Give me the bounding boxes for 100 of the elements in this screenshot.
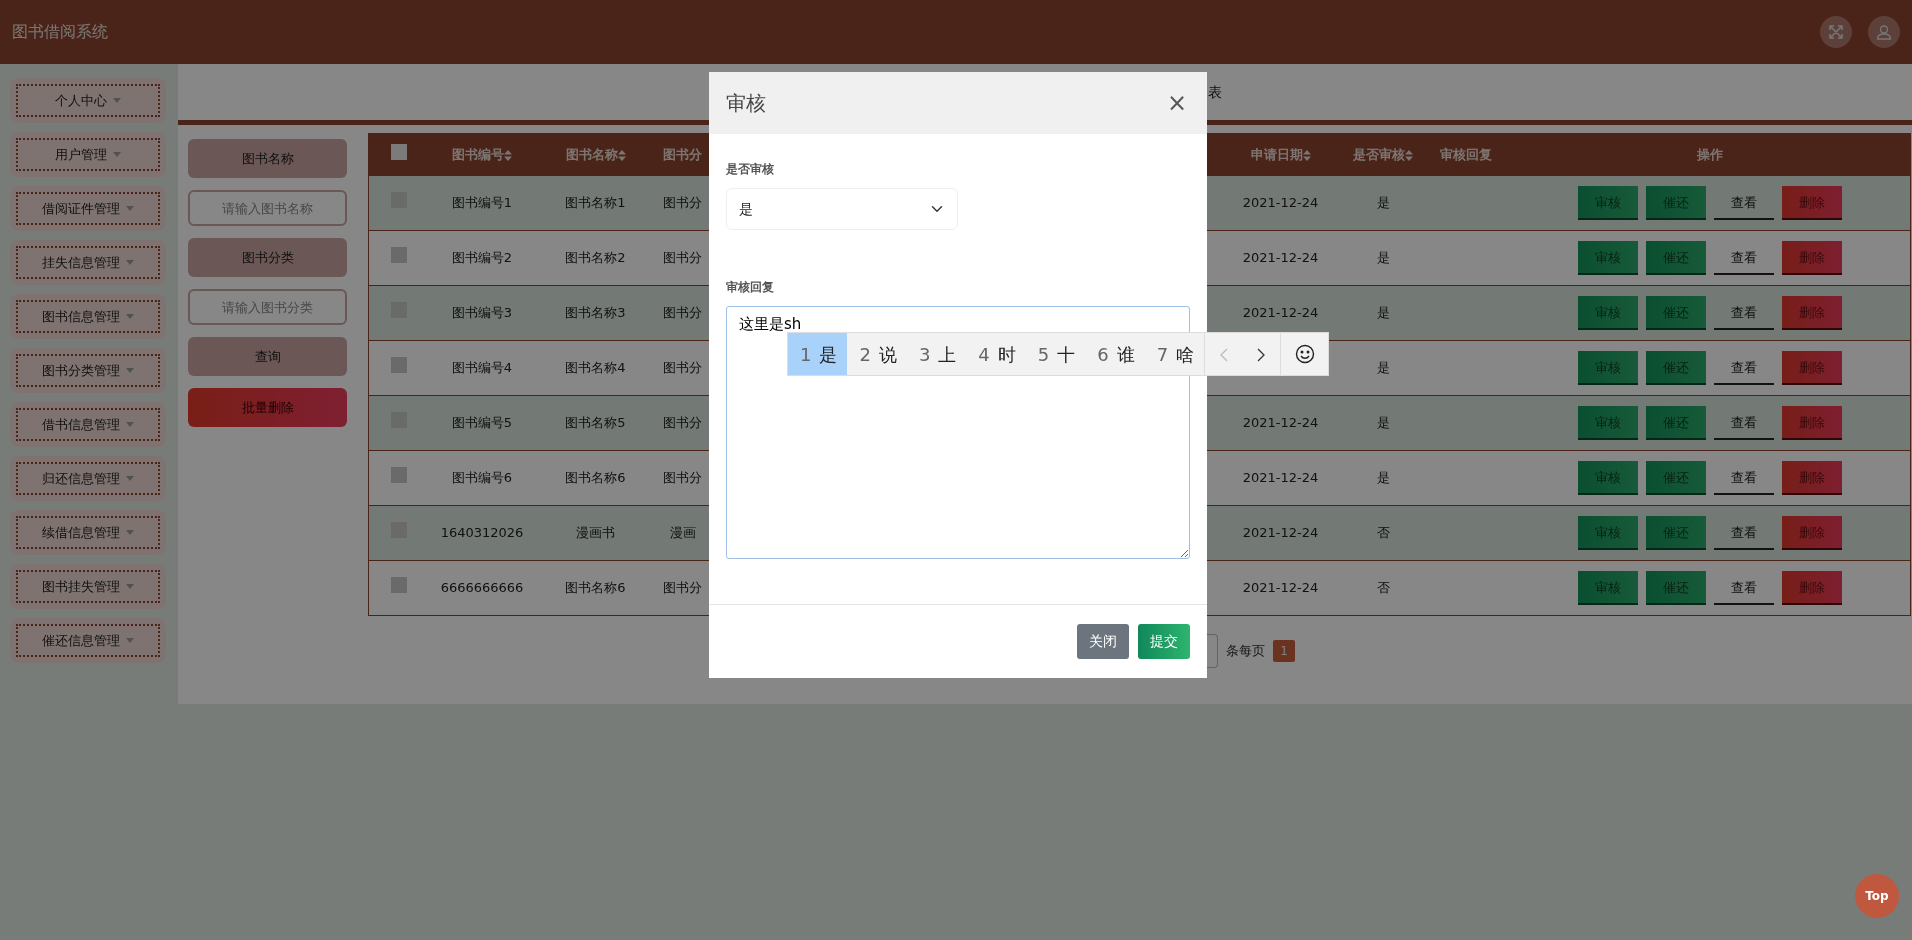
ime-candidate[interactable]: 5 十 [1025,333,1086,375]
page-size-label: 条每页 [1226,642,1265,661]
ime-candidate[interactable]: 1 是 [788,333,848,375]
view-link[interactable]: 查看 [1714,571,1775,605]
table-cell: 图书名称6 [565,580,626,596]
ime-candidate[interactable]: 4 时 [966,333,1026,375]
app-title: 图书借阅系统 [12,21,108,43]
select-all-checkbox[interactable] [390,143,407,160]
row-checkbox[interactable] [390,577,407,594]
table-cell: 否 [1376,580,1390,596]
ime-candidate[interactable]: 6 谁 [1085,333,1145,375]
view-link[interactable]: 查看 [1714,406,1775,440]
table-cell: 是 [1376,470,1390,486]
sidebar-item[interactable]: 续借信息管理 [10,510,166,555]
sidebar-item[interactable]: 归还信息管理 [10,456,166,501]
query-button[interactable]: 查询 [188,337,347,376]
view-link[interactable]: 查看 [1714,296,1775,330]
field-label: 是否审核 [726,161,775,178]
table-cell: 漫画 [669,525,696,541]
back-to-top-button[interactable]: Top [1855,874,1899,918]
sidebar-item[interactable]: 用户管理 [10,132,166,177]
view-link[interactable]: 查看 [1714,461,1775,495]
table-cell: 图书名称6 [565,470,626,486]
sidebar-item[interactable]: 借阅证件管理 [10,186,166,231]
table-cell: 图书编号4 [451,360,513,376]
table-cell: 图书名称4 [565,360,626,376]
table-cell: 1640312026 [440,525,524,541]
table-cell: 图书分 [663,360,702,376]
table-cell: 是 [1376,415,1390,431]
table-cell: 图书名称5 [565,415,626,431]
view-link[interactable]: 查看 [1714,186,1775,220]
caret-icon [126,314,134,319]
table-cell: 否 [1376,525,1390,541]
table-cell: 2021-12-24 [1242,195,1319,211]
field-label: 图书名称 [188,139,347,178]
row-checkbox[interactable] [390,357,407,374]
table-cell: 图书编号1 [451,195,513,211]
column-header[interactable]: 图书名称 [565,146,626,162]
caret-icon [126,206,134,211]
emoji-icon[interactable] [1294,343,1315,365]
table-cell: 2021-12-24 [1242,250,1319,266]
close-button[interactable]: × [1162,91,1191,115]
ime-candidate[interactable]: 2 说 [847,333,907,375]
table-cell: 图书分 [663,250,702,266]
table-cell: 是 [1376,195,1390,211]
review-select[interactable]: 是 [726,188,958,230]
table-cell: 图书编号3 [451,305,513,321]
table-cell: 图书编号5 [451,415,513,431]
table-cell: 2021-12-24 [1242,470,1319,486]
caret-icon [126,422,134,427]
sidebar-item[interactable]: 借书信息管理 [10,402,166,447]
field-label: 图书分类 [188,238,347,277]
table-cell: 2021-12-24 [1242,580,1319,596]
table-cell: 图书分 [663,195,702,211]
fullscreen-icon[interactable] [1820,16,1852,48]
row-checkbox[interactable] [390,467,407,484]
ime-candidate[interactable]: 3 上 [906,333,967,375]
table-cell: 图书分 [663,470,702,486]
table-cell: 漫画书 [576,525,615,541]
table-cell: 是 [1376,360,1390,376]
view-link[interactable]: 查看 [1714,241,1775,275]
sidebar-item[interactable]: 图书信息管理 [10,294,166,339]
page-button[interactable]: 1 [1273,640,1295,662]
table-cell: 是 [1376,250,1390,266]
caret-icon [126,530,134,535]
column-header[interactable]: 申请日期 [1250,146,1311,162]
table-cell: 2021-12-24 [1242,305,1319,321]
sidebar-item[interactable]: 图书分类管理 [10,348,166,393]
sidebar-item[interactable]: 图书挂失管理 [10,564,166,609]
table-cell: 图书名称1 [565,195,626,211]
caret-icon [113,98,121,103]
caret-icon [126,638,134,643]
table-cell: 是 [1376,305,1390,321]
table-cell: 2021-12-24 [1242,415,1319,431]
view-link[interactable]: 查看 [1714,516,1775,550]
close-button[interactable]: 关闭 [1077,624,1129,659]
search-field[interactable]: 请输入图书分类 [188,289,347,325]
table-cell: 图书名称3 [565,305,626,321]
column-header: 图书分 [663,146,702,162]
submit-button[interactable]: 提交 [1138,624,1190,659]
table-cell: 图书分 [663,580,702,596]
table-cell: 图书编号2 [451,250,513,266]
view-link[interactable]: 查看 [1714,351,1775,385]
column-header: 审核回复 [1439,146,1492,162]
sidebar-item[interactable]: 挂失信息管理 [10,240,166,285]
table-cell: 图书编号6 [451,470,513,486]
search-field[interactable]: 请输入图书名称 [188,190,347,226]
user-icon[interactable] [1868,16,1900,48]
sidebar-item[interactable]: 催还信息管理 [10,618,166,663]
field-label: 审核回复 [726,279,775,296]
table-cell: 图书分 [663,305,702,321]
batch-delete-button[interactable]: 批量删除 [188,388,347,427]
row-checkbox[interactable] [390,247,407,264]
sidebar-item[interactable]: 个人中心 [10,78,166,123]
modal-title: 审核 [726,90,766,117]
caret-icon [126,260,134,265]
column-header: 操作 [1697,146,1724,162]
table-cell: 2021-12-24 [1242,525,1319,541]
table-cell: 图书分 [663,415,702,431]
table-cell: 6666666666 [440,580,524,596]
